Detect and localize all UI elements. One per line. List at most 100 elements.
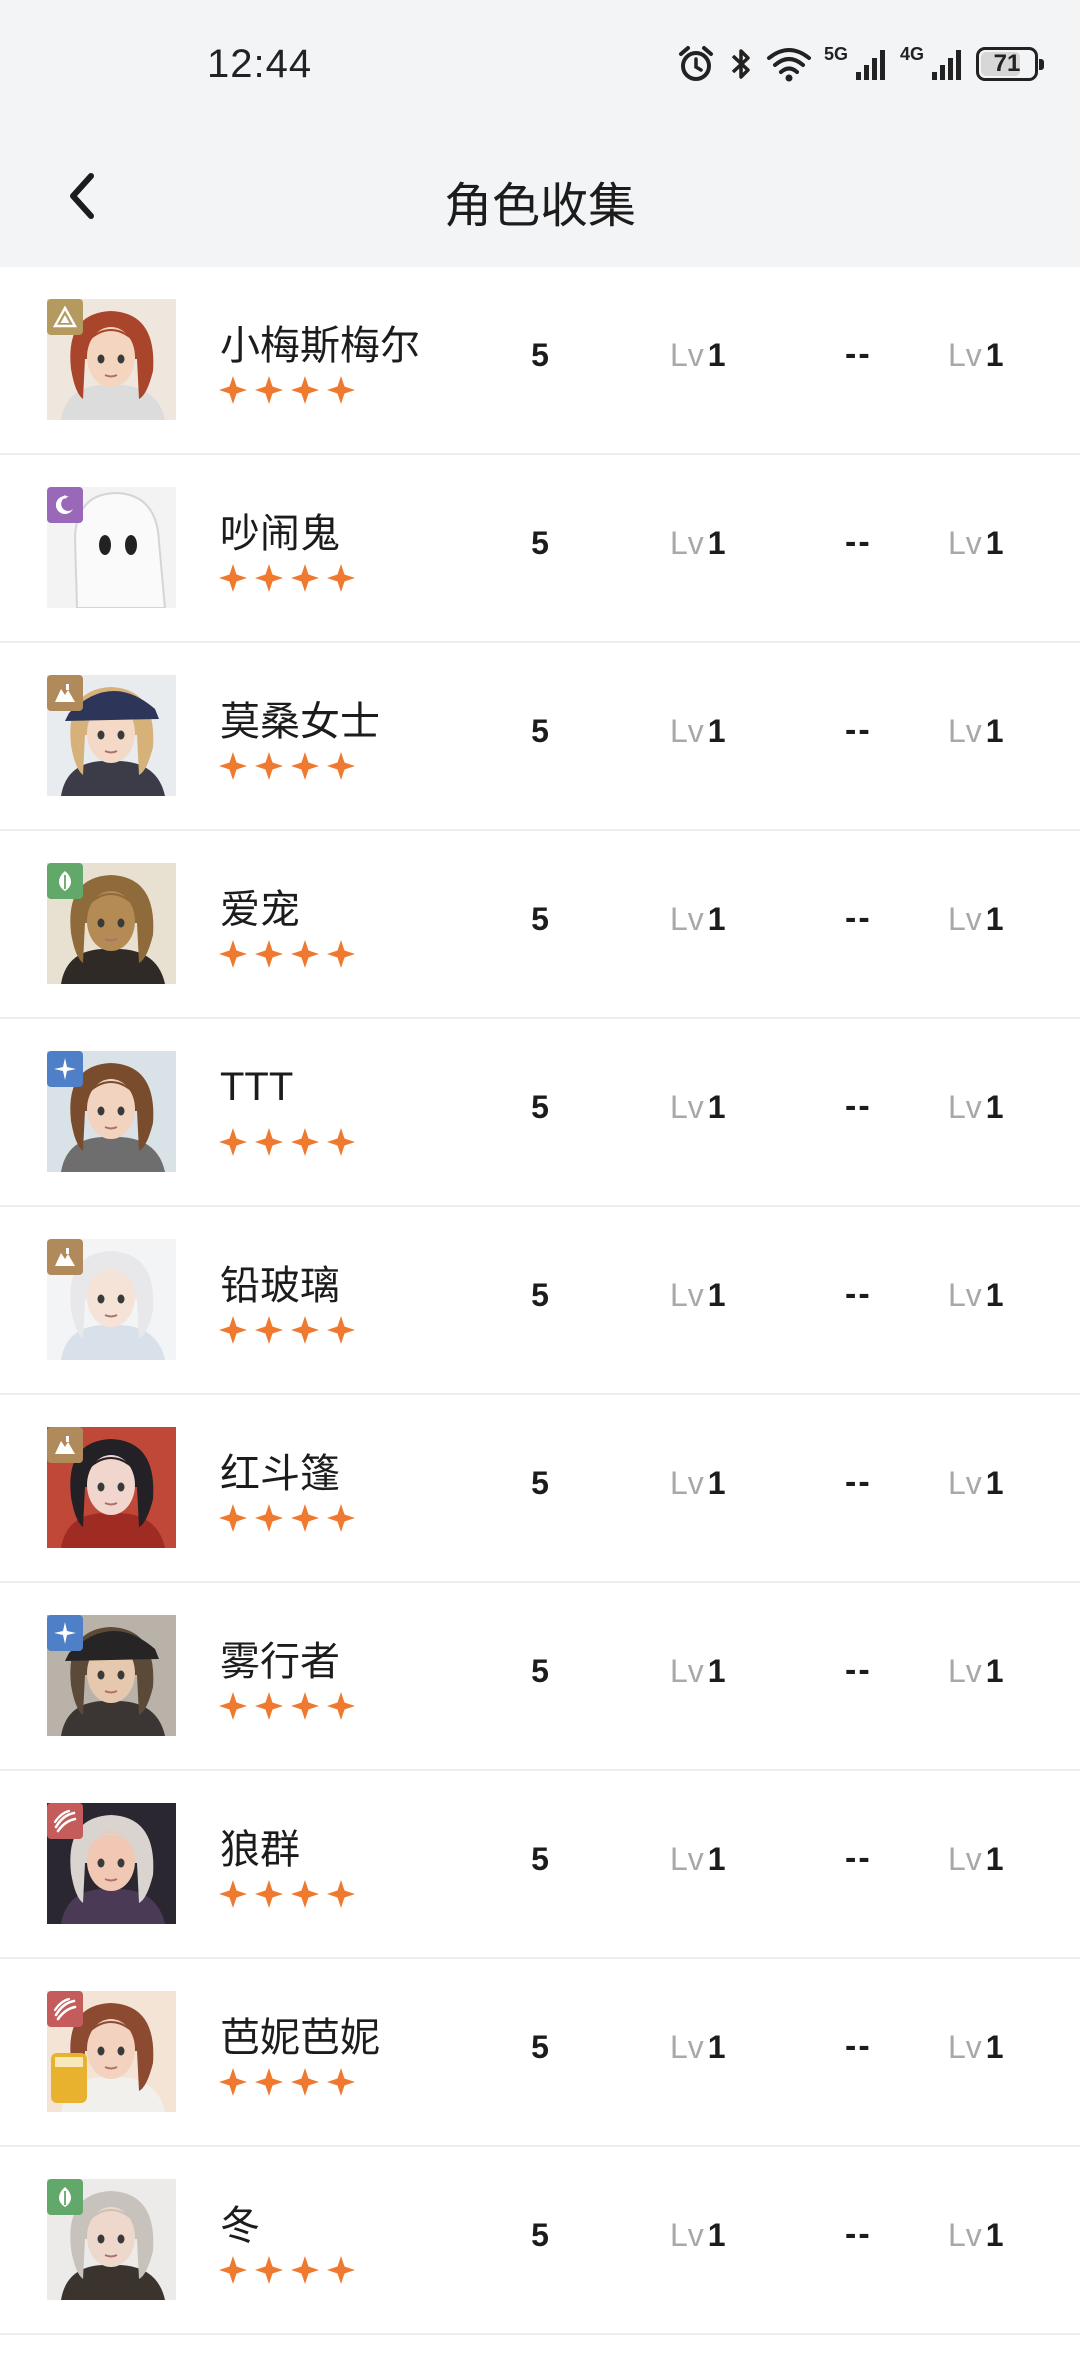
star-icon: [326, 2255, 356, 2285]
character-row[interactable]: 爱宠 5 Lv 1 -- Lv 1: [0, 831, 1080, 1019]
character-name: 吵闹鬼: [220, 512, 340, 556]
empty-value: --: [845, 711, 872, 749]
star-icon: [290, 375, 320, 405]
empty-value: --: [845, 1275, 872, 1313]
empty-value: --: [845, 2215, 872, 2253]
net-label-5g: 5G: [823, 44, 848, 64]
character-row[interactable]: 狼群 5 Lv 1 -- Lv 1: [0, 1771, 1080, 1959]
star-icon: [290, 2255, 320, 2285]
level-2: Lv 1: [948, 2217, 1004, 2254]
level-1: Lv 1: [670, 1089, 726, 1126]
mountain-icon: [47, 1239, 83, 1275]
level-2: Lv 1: [948, 1277, 1004, 1314]
star-sparkle-icon: [47, 1615, 83, 1651]
star-rating: [218, 563, 356, 593]
status-time: 12:44: [207, 42, 313, 86]
character-name: 芭妮芭妮: [220, 2016, 380, 2060]
star-rating: [218, 1127, 356, 1157]
alarm-icon: [676, 44, 716, 84]
empty-value: --: [845, 1839, 872, 1877]
signal-4g-icon: [930, 46, 964, 82]
level-2: Lv 1: [948, 2029, 1004, 2066]
level-1: Lv 1: [670, 713, 726, 750]
character-avatar: [47, 1991, 176, 2112]
net-label-4g: 4G: [899, 44, 924, 64]
character-row[interactable]: 莫桑女士 5 Lv 1 -- Lv 1: [0, 643, 1080, 831]
level-label: Lv: [948, 1089, 982, 1125]
empty-value: --: [845, 335, 872, 373]
character-row[interactable]: 小梅斯梅尔 5 Lv 1 -- Lv 1: [0, 267, 1080, 455]
claw-icon: [47, 1803, 83, 1839]
star-icon: [290, 1127, 320, 1157]
star-icon: [254, 563, 284, 593]
level-1: Lv 1: [670, 1277, 726, 1314]
star-icon: [290, 1879, 320, 1909]
level-label: Lv: [948, 713, 982, 749]
level-value: 1: [707, 525, 726, 561]
level-value: 1: [985, 1653, 1004, 1689]
character-avatar: [47, 2179, 176, 2300]
star-rating: [218, 1879, 356, 1909]
level-value: 1: [707, 1089, 726, 1125]
character-count: 5: [531, 713, 549, 749]
level-1: Lv 1: [670, 901, 726, 938]
level-label: Lv: [670, 713, 704, 749]
character-avatar: [47, 1239, 176, 1360]
level-2: Lv 1: [948, 1653, 1004, 1690]
level-value: 1: [985, 1277, 1004, 1313]
character-count: 5: [531, 2029, 549, 2065]
character-name: TTT: [220, 1065, 294, 1109]
level-2: Lv 1: [948, 713, 1004, 750]
character-avatar: [47, 299, 176, 420]
character-row[interactable]: 铅玻璃 5 Lv 1 -- Lv 1: [0, 1207, 1080, 1395]
character-row[interactable]: 吵闹鬼 5 Lv 1 -- Lv 1: [0, 455, 1080, 643]
character-count: 5: [531, 1277, 549, 1313]
character-row[interactable]: 冬 5 Lv 1 -- Lv 1: [0, 2147, 1080, 2335]
star-icon: [326, 1127, 356, 1157]
star-rating: [218, 375, 356, 405]
moon-icon: [47, 487, 83, 523]
character-row[interactable]: 芭妮芭妮 5 Lv 1 -- Lv 1: [0, 1959, 1080, 2147]
level-2: Lv 1: [948, 1841, 1004, 1878]
level-value: 1: [985, 1465, 1004, 1501]
character-list: 小梅斯梅尔 5 Lv 1 -- Lv 1 吵闹鬼 5 Lv 1 -- Lv 1 莫桑女士 5 Lv 1 -- Lv 1 爱…: [0, 267, 1080, 2335]
bluetooth-icon: [728, 44, 754, 84]
mountain-icon: [47, 675, 83, 711]
character-row[interactable]: 红斗篷 5 Lv 1 -- Lv 1: [0, 1395, 1080, 1583]
character-avatar: [47, 1051, 176, 1172]
star-rating: [218, 939, 356, 969]
leaf-icon: [47, 863, 83, 899]
star-sparkle-icon: [47, 1051, 83, 1087]
star-icon: [218, 939, 248, 969]
level-label: Lv: [948, 525, 982, 561]
status-icons: 5G 4G 71: [676, 44, 1044, 84]
star-icon: [218, 2067, 248, 2097]
star-icon: [326, 375, 356, 405]
character-row[interactable]: 雾行者 5 Lv 1 -- Lv 1: [0, 1583, 1080, 1771]
star-icon: [218, 751, 248, 781]
star-icon: [254, 1879, 284, 1909]
level-label: Lv: [670, 1653, 704, 1689]
level-label: Lv: [670, 337, 704, 373]
level-label: Lv: [670, 2029, 704, 2065]
empty-value: --: [845, 1651, 872, 1689]
level-2: Lv 1: [948, 901, 1004, 938]
character-name: 爱宠: [220, 888, 300, 932]
character-row[interactable]: TTT 5 Lv 1 -- Lv 1: [0, 1019, 1080, 1207]
star-icon: [254, 1315, 284, 1345]
level-1: Lv 1: [670, 1653, 726, 1690]
level-1: Lv 1: [670, 2217, 726, 2254]
star-icon: [254, 2255, 284, 2285]
level-label: Lv: [948, 2029, 982, 2065]
level-value: 1: [985, 713, 1004, 749]
star-icon: [254, 375, 284, 405]
star-icon: [254, 751, 284, 781]
level-value: 1: [985, 1841, 1004, 1877]
star-icon: [218, 1879, 248, 1909]
star-icon: [326, 1879, 356, 1909]
level-value: 1: [985, 2029, 1004, 2065]
star-icon: [290, 563, 320, 593]
character-name: 小梅斯梅尔: [220, 324, 420, 368]
star-icon: [326, 1503, 356, 1533]
triangle-sigil-icon: [47, 299, 83, 335]
